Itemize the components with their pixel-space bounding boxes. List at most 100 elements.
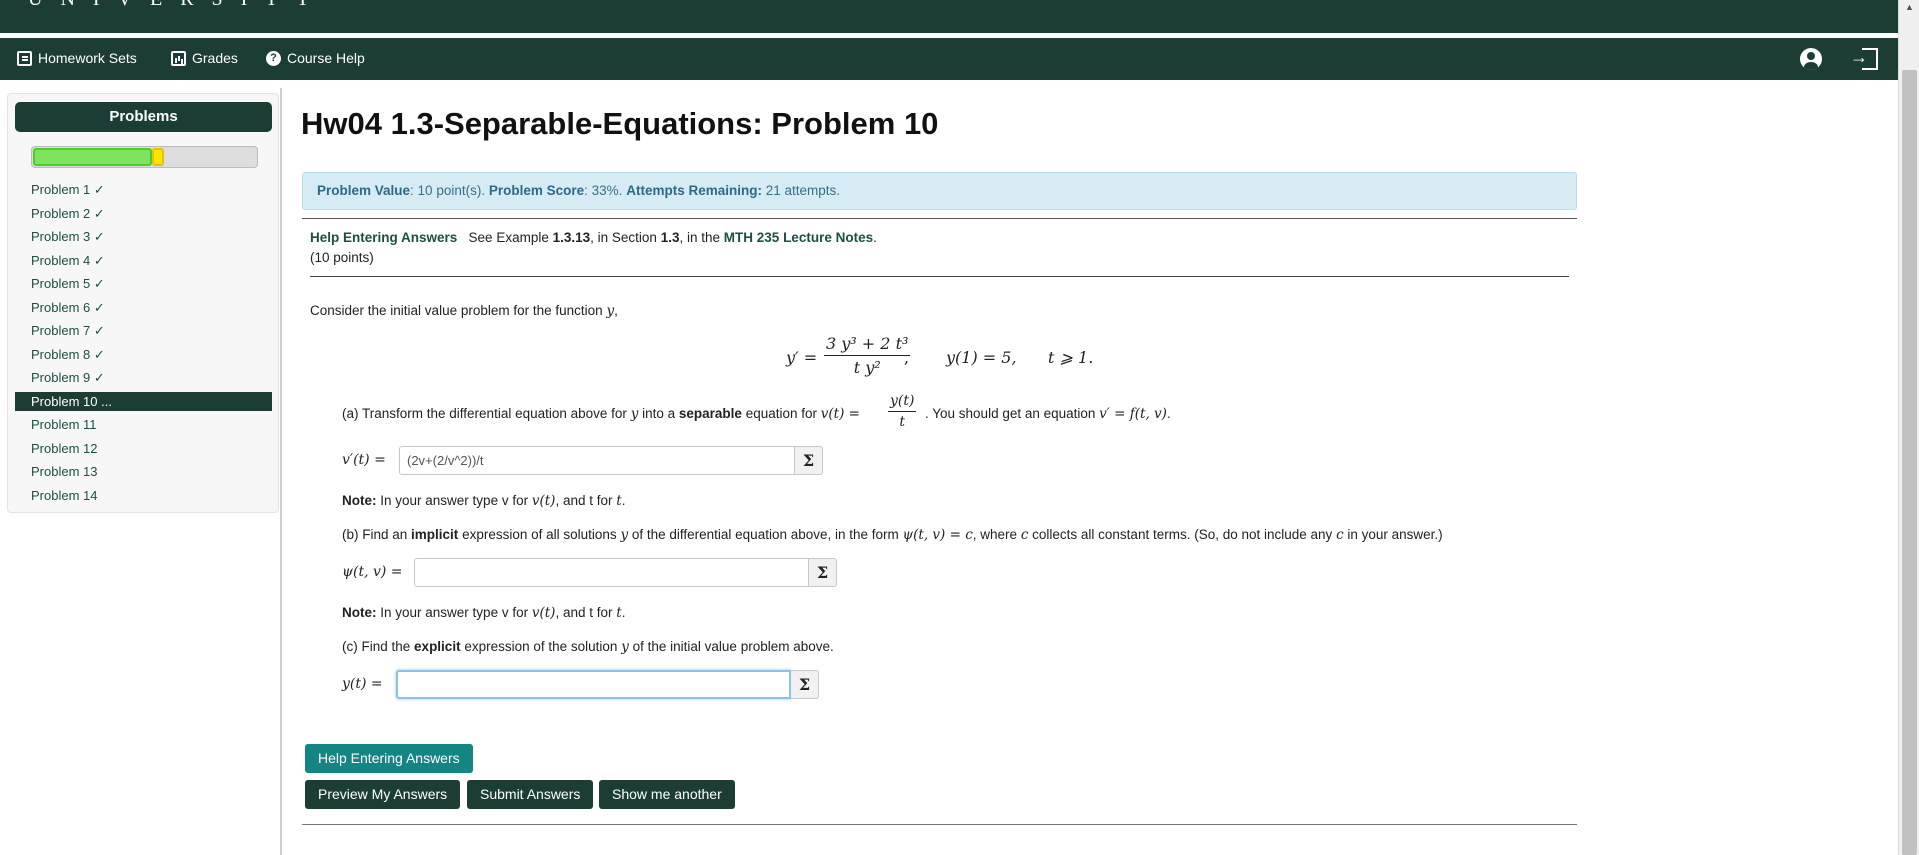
part-b-text-6: in your answer.) — [1347, 527, 1443, 542]
part-a-end: . — [1166, 406, 1171, 421]
question-circle-icon: ? — [266, 50, 281, 66]
equation-editor-b-button[interactable]: Σ — [809, 558, 837, 587]
problem-info-alert: Problem Value: 10 point(s). Problem Scor… — [302, 172, 1577, 210]
progress-partial — [152, 148, 164, 166]
divider — [302, 218, 1577, 219]
scroll-up-arrow-icon[interactable]: ▲ — [1905, 2, 1914, 12]
note-end: . — [621, 493, 626, 508]
problem-list-item[interactable]: Problem 2 ✓ — [15, 202, 272, 226]
problem-list-item[interactable]: Problem 5 ✓ — [15, 272, 272, 296]
note-a: Note: In your answer type v for v(t), an… — [342, 493, 625, 509]
user-account-icon[interactable] — [1800, 48, 1822, 70]
nav-homework-sets-label: Homework Sets — [38, 50, 137, 66]
equation-editor-a-button[interactable]: Σ — [795, 446, 823, 475]
help-see-text: See Example — [468, 230, 549, 245]
answer-a-input[interactable] — [399, 446, 795, 475]
note-text-1: In your answer type v for — [380, 493, 529, 508]
part-a-bold: separable — [678, 406, 742, 421]
problem-score-label: Problem Score — [488, 183, 585, 198]
help-entering-answers-button[interactable]: Help Entering Answers — [305, 744, 473, 773]
problem-list-item[interactable]: Problem 4 ✓ — [15, 249, 272, 273]
problem-value-label: Problem Value — [317, 183, 411, 198]
part-a-fraction: y(t) t — [888, 393, 917, 430]
part-b-var-y: y — [620, 527, 629, 543]
part-a-frac-num: y(t) — [888, 393, 917, 412]
equation-editor-c-button[interactable]: Σ — [791, 670, 819, 699]
scrollbar-thumb[interactable] — [1902, 70, 1917, 855]
top-banner: UNIVERSITY — [0, 0, 1898, 33]
submit-answers-button[interactable]: Submit Answers — [467, 780, 594, 809]
part-a-prompt: (a) Transform the differential equation … — [342, 406, 860, 422]
answer-c-label: y(t) = — [342, 676, 383, 692]
progress-correct — [33, 148, 152, 166]
part-a-var-y: y — [630, 406, 639, 422]
eq-fraction: 3 y³ + 2 t³ t y² — [824, 334, 911, 377]
book-icon — [17, 50, 32, 66]
answer-c-input[interactable] — [396, 670, 791, 699]
problem-progress-bar — [31, 146, 258, 168]
problems-sidebar: Problems Problem 1 ✓ Problem 2 ✓ Problem 3… — [7, 93, 279, 513]
sidebar-title: Problems — [15, 102, 272, 132]
divider — [310, 276, 1569, 277]
nav-grades-label: Grades — [192, 50, 238, 66]
content-divider — [280, 88, 282, 855]
show-me-another-button[interactable]: Show me another — [599, 780, 735, 809]
intro-text: Consider the initial value problem for t… — [310, 303, 603, 318]
problem-list-item[interactable]: Problem 11 — [15, 413, 272, 437]
intro-var: y — [606, 303, 615, 319]
nav-grades[interactable]: Grades — [171, 50, 238, 66]
problem-list-item[interactable]: Problem 9 ✓ — [15, 366, 272, 390]
nav-homework-sets[interactable]: Homework Sets — [17, 50, 137, 66]
part-b-text-4: , where — [972, 527, 1018, 542]
problem-list-item[interactable]: Problem 6 ✓ — [15, 296, 272, 320]
part-c-bold: explicit — [414, 639, 461, 654]
problem-list-item[interactable]: Problem 13 — [15, 460, 272, 484]
note-text-1: In your answer type v for — [380, 605, 529, 620]
part-a-text-2: into a — [642, 406, 676, 421]
problem-intro: Consider the initial value problem for t… — [310, 303, 618, 319]
lecture-notes-link[interactable]: MTH 235 Lecture Notes — [724, 230, 873, 245]
eq-domain: t ⩾ 1. — [1048, 348, 1094, 367]
part-a-text-3: equation for — [745, 406, 818, 421]
note-text-2: , and t for — [555, 493, 613, 508]
problem-list-item[interactable]: Problem 12 — [15, 437, 272, 461]
part-c-text-1: (c) Find the — [342, 639, 411, 654]
ivp-equation: y′ = 3 y³ + 2 t³ t y² , y(1) = 5, t ⩾ 1. — [786, 334, 1106, 382]
note-vt: v(t) — [531, 493, 556, 509]
part-b-prompt: (b) Find an implicit expression of all s… — [342, 527, 1443, 543]
page-title: Hw04 1.3-Separable-Equations: Problem 10 — [301, 106, 939, 141]
part-b-text-3: of the differential equation above, in t… — [631, 527, 899, 542]
sign-out-icon[interactable] — [1850, 47, 1878, 70]
note-vt: v(t) — [531, 605, 556, 621]
problem-list-item[interactable]: Problem 10 ... — [15, 391, 272, 411]
problem-value: : 10 point(s). — [410, 183, 486, 198]
eq-denominator: t y² — [853, 358, 881, 377]
help-entering-answers-link[interactable]: Help Entering Answers — [310, 230, 457, 245]
preview-answers-button[interactable]: Preview My Answers — [305, 780, 461, 809]
problem-list-item[interactable]: Problem 7 ✓ — [15, 319, 272, 343]
part-b-bold: implicit — [411, 527, 459, 542]
part-c-text-2: expression of the solution — [464, 639, 618, 654]
help-in-section: , in Section — [590, 230, 657, 245]
help-period: . — [873, 230, 877, 245]
nav-course-help-label: Course Help — [287, 50, 365, 66]
problem-list-item[interactable]: Problem 1 ✓ — [15, 178, 272, 202]
eq-initial-condition: y(1) = 5, — [946, 348, 1017, 367]
nav-course-help[interactable]: ? Course Help — [266, 50, 365, 66]
problem-list-item[interactable]: Problem 14 — [15, 484, 272, 508]
problem-list-item[interactable]: Problem 8 ✓ — [15, 343, 272, 367]
university-logo: UNIVERSITY — [28, 0, 328, 11]
note-text-2: , and t for — [555, 605, 613, 620]
part-b-text-2: expression of all solutions — [462, 527, 617, 542]
eq-comma: , — [904, 348, 910, 367]
attempts-remaining: 21 attempts. — [765, 183, 841, 198]
answer-b-input[interactable] — [414, 558, 809, 587]
navbar: Homework Sets Grades ? Course Help — [0, 38, 1898, 80]
problem-list-item[interactable]: Problem 3 ✓ — [15, 225, 272, 249]
note-b: Note: In your answer type v for v(t), an… — [342, 605, 625, 621]
part-b-c: c — [1020, 527, 1029, 543]
part-a-vt: v(t) = — [820, 406, 860, 422]
help-in-the: , in the — [679, 230, 721, 245]
help-example-number: 1.3.13 — [552, 230, 591, 245]
page-scrollbar[interactable]: ▲ — [1898, 0, 1919, 855]
